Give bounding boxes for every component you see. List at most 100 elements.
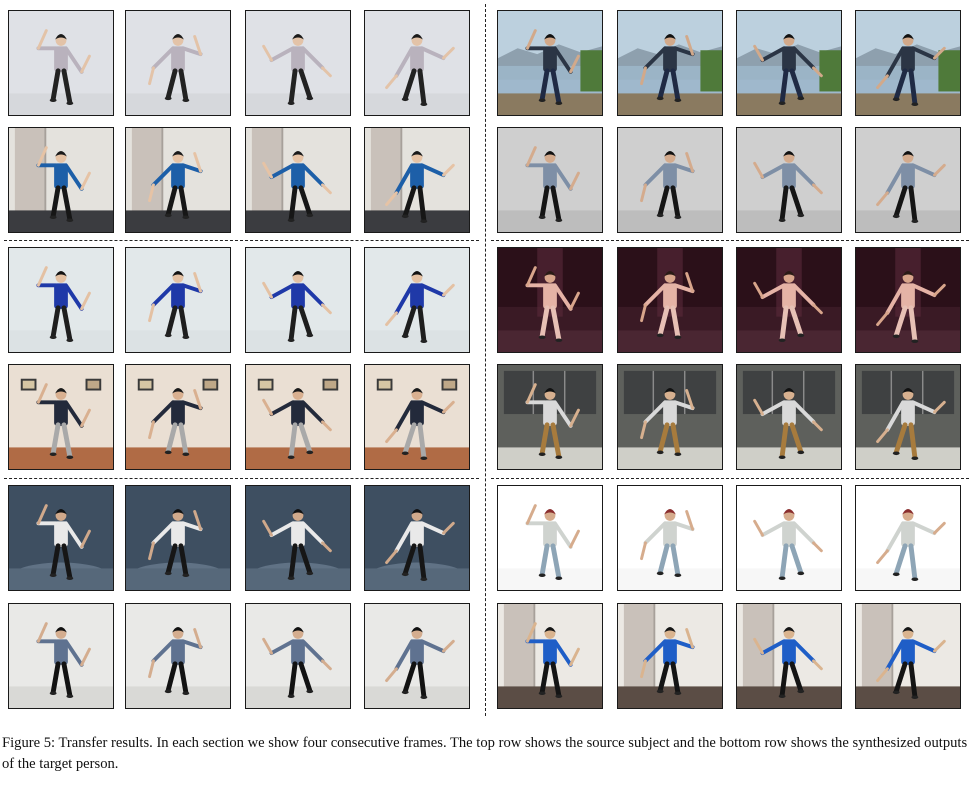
section-right-2-target-frame-1 (497, 364, 603, 470)
section-right-2-source-frame-1 (497, 247, 603, 353)
section-right-3-source-frame-2 (617, 485, 723, 591)
section-right-3-target-frame-2 (617, 603, 723, 709)
section-left-2-source-frame-1 (8, 247, 114, 353)
section-right-3-source-frame-4 (855, 485, 961, 591)
video-frame-image (618, 486, 722, 590)
video-frame-image (126, 365, 230, 469)
video-frame-image (856, 486, 960, 590)
video-frame-image (9, 248, 113, 352)
section-left-1-target-frame-3 (245, 127, 351, 233)
figure-caption: Figure 5: Transfer results. In each sect… (2, 735, 968, 772)
video-frame-image (618, 11, 722, 115)
section-right-2-target-frame-4 (855, 364, 961, 470)
video-frame-image (618, 128, 722, 232)
section-left-2-target-frame-1 (8, 364, 114, 470)
video-frame-image (856, 604, 960, 708)
video-frame-image (9, 128, 113, 232)
section-left-3-target-frame-2 (125, 603, 231, 709)
video-frame-image (856, 11, 960, 115)
section-right-2-source-frame-2 (617, 247, 723, 353)
horizontal-divider-left-1 (4, 240, 479, 241)
section-left-2-source-frame-4 (364, 247, 470, 353)
video-frame-image (246, 128, 350, 232)
video-frame-image (365, 365, 469, 469)
section-left-2-target-frame-3 (245, 364, 351, 470)
video-frame-image (618, 604, 722, 708)
section-left-3-source-frame-1 (8, 485, 114, 591)
section-right-1-source-frame-4 (855, 10, 961, 116)
section-left-1-source-frame-1 (8, 10, 114, 116)
video-frame-image (737, 486, 841, 590)
section-left-1-target-frame-2 (125, 127, 231, 233)
video-frame-image (856, 128, 960, 232)
section-left-2-source-frame-3 (245, 247, 351, 353)
video-frame-image (737, 128, 841, 232)
video-frame-image (498, 604, 602, 708)
video-frame-image (856, 365, 960, 469)
video-frame-image (365, 248, 469, 352)
video-frame-image (618, 248, 722, 352)
section-right-1-target-frame-3 (736, 127, 842, 233)
video-frame-image (126, 486, 230, 590)
section-right-3-target-frame-1 (497, 603, 603, 709)
video-frame-image (365, 486, 469, 590)
video-frame-image (246, 604, 350, 708)
video-frame-image (737, 365, 841, 469)
video-frame-image (246, 486, 350, 590)
horizontal-divider-right-1 (491, 240, 969, 241)
section-left-1-target-frame-1 (8, 127, 114, 233)
section-right-1-target-frame-2 (617, 127, 723, 233)
section-left-3-source-frame-4 (364, 485, 470, 591)
section-left-3-target-frame-1 (8, 603, 114, 709)
section-right-1-target-frame-4 (855, 127, 961, 233)
video-frame-image (246, 248, 350, 352)
video-frame-image (9, 604, 113, 708)
section-right-2-target-frame-3 (736, 364, 842, 470)
video-frame-image (498, 248, 602, 352)
video-frame-image (246, 365, 350, 469)
section-right-3-source-frame-3 (736, 485, 842, 591)
section-right-2-source-frame-3 (736, 247, 842, 353)
video-frame-image (498, 11, 602, 115)
section-right-1-target-frame-1 (497, 127, 603, 233)
horizontal-divider-right-2 (491, 478, 969, 479)
video-frame-image (498, 128, 602, 232)
section-left-2-target-frame-2 (125, 364, 231, 470)
horizontal-divider-left-2 (4, 478, 479, 479)
video-frame-image (246, 11, 350, 115)
section-left-2-target-frame-4 (364, 364, 470, 470)
section-left-1-target-frame-4 (364, 127, 470, 233)
video-frame-image (9, 11, 113, 115)
section-right-1-source-frame-2 (617, 10, 723, 116)
video-frame-image (498, 365, 602, 469)
video-frame-image (856, 248, 960, 352)
section-right-2-target-frame-2 (617, 364, 723, 470)
section-left-2-source-frame-2 (125, 247, 231, 353)
video-frame-image (737, 604, 841, 708)
video-frame-image (126, 248, 230, 352)
vertical-divider (485, 4, 486, 716)
video-frame-image (9, 486, 113, 590)
video-frame-image (126, 604, 230, 708)
video-frame-image (618, 365, 722, 469)
section-left-1-source-frame-3 (245, 10, 351, 116)
section-left-1-source-frame-4 (364, 10, 470, 116)
video-frame-image (126, 11, 230, 115)
video-frame-image (9, 365, 113, 469)
section-right-3-target-frame-3 (736, 603, 842, 709)
section-left-3-target-frame-4 (364, 603, 470, 709)
section-right-1-source-frame-3 (736, 10, 842, 116)
video-frame-image (498, 486, 602, 590)
section-left-3-source-frame-3 (245, 485, 351, 591)
section-right-3-source-frame-1 (497, 485, 603, 591)
section-right-1-source-frame-1 (497, 10, 603, 116)
section-right-2-source-frame-4 (855, 247, 961, 353)
section-right-3-target-frame-4 (855, 603, 961, 709)
video-frame-image (365, 604, 469, 708)
video-frame-image (126, 128, 230, 232)
video-frame-image (737, 11, 841, 115)
video-frame-image (365, 11, 469, 115)
section-left-1-source-frame-2 (125, 10, 231, 116)
video-frame-image (365, 128, 469, 232)
section-left-3-source-frame-2 (125, 485, 231, 591)
